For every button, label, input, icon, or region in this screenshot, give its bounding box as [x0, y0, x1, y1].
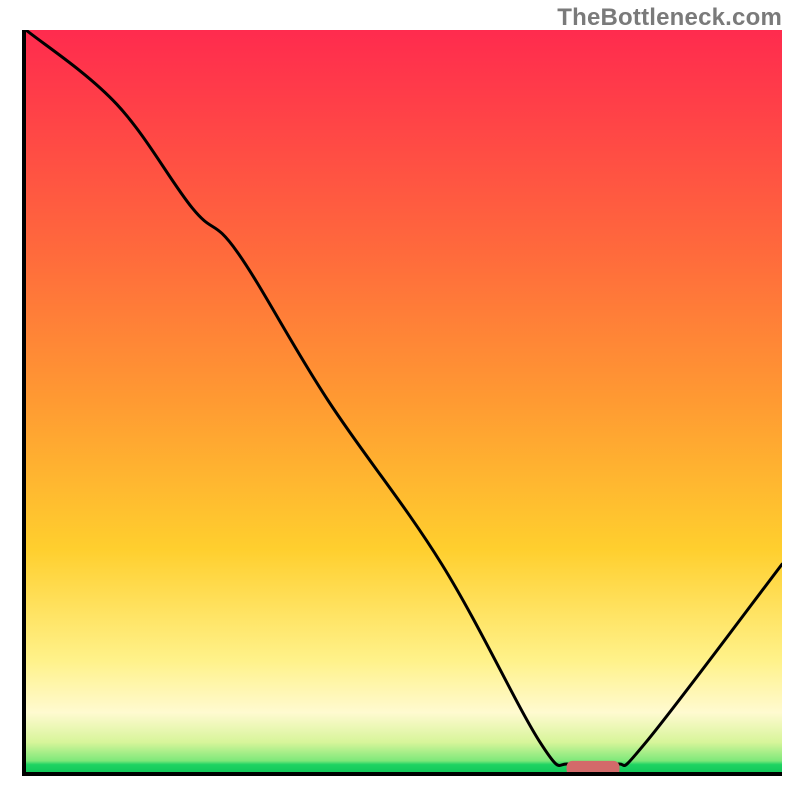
bottleneck-curve [26, 30, 782, 768]
plot-area [22, 30, 782, 776]
watermark-label: TheBottleneck.com [557, 4, 782, 32]
chart-container: TheBottleneck.com [0, 0, 800, 800]
optimal-marker [567, 761, 620, 772]
chart-svg [26, 30, 782, 772]
